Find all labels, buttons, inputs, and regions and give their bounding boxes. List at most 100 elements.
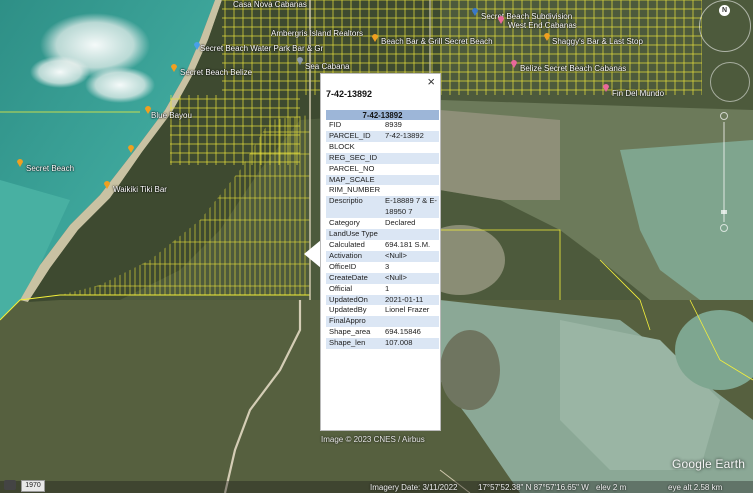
- attribute-value: 3: [385, 261, 390, 271]
- attribute-key: Official: [329, 283, 353, 293]
- map-label[interactable]: Sea Cabana: [305, 62, 349, 71]
- orange-pin-icon[interactable]: [144, 104, 152, 114]
- attribute-key: Shape_area: [329, 327, 371, 337]
- attribute-key: Category: [329, 218, 360, 228]
- attribute-row: Shape_area 694.15846: [326, 327, 439, 338]
- attribute-row: OfficeID 3: [326, 262, 439, 273]
- attribute-row: PARCEL_ID 7-42-13892: [326, 130, 439, 142]
- attribute-row: UpdatedOn 2021-01-11: [326, 294, 439, 306]
- gray-pin-icon[interactable]: [296, 55, 304, 65]
- attribute-key: CreateDate: [326, 272, 381, 284]
- map-label[interactable]: Belize Secret Beach Cabanas: [520, 64, 626, 73]
- attribute-key: BLOCK: [329, 141, 355, 151]
- orange-pin-icon[interactable]: [16, 157, 24, 167]
- year-badge[interactable]: 1970: [21, 480, 45, 492]
- imagery-date: Imagery Date: 3/11/2022: [370, 483, 458, 492]
- orange-pin-icon[interactable]: [371, 32, 379, 42]
- attribute-table-header: 7-42-13892: [326, 110, 439, 120]
- attribute-row: BLOCK: [326, 142, 439, 153]
- attribute-key: Descriptio: [326, 196, 381, 219]
- elevation-readout: elev 2 m: [596, 483, 627, 492]
- attribute-key: Shape_len: [326, 338, 381, 350]
- attribute-value: Declared: [385, 218, 416, 228]
- attribute-value: [381, 174, 439, 186]
- imagery-credit: Image © 2023 CNES / Airbus: [321, 435, 425, 444]
- attribute-row: Calculated 694.181 S.M.: [326, 240, 439, 251]
- attribute-key: OfficeID: [329, 261, 357, 271]
- map-label[interactable]: Secret Beach: [26, 164, 74, 173]
- attribute-row: PARCEL_NO: [326, 164, 439, 175]
- attribute-row: Official 1: [326, 284, 439, 295]
- map-label[interactable]: Blue Bayou: [151, 111, 192, 120]
- pink-pin-icon[interactable]: [510, 58, 518, 68]
- map-label[interactable]: Shaggy's Bar & Last Stop: [552, 37, 643, 46]
- map-label[interactable]: Fin Del Mundo: [612, 89, 664, 98]
- attribute-value: [381, 229, 439, 240]
- move-joystick[interactable]: [710, 62, 750, 102]
- pink-pin-icon[interactable]: [602, 82, 610, 92]
- attribute-key: LandUse Type: [326, 229, 381, 240]
- attribute-value: 694.181 S.M.: [385, 239, 431, 249]
- attribute-row: Category Declared: [326, 218, 439, 229]
- attribute-value: E-18889 7 & E-18950 7: [381, 196, 439, 219]
- map-label[interactable]: Secret Beach Subdivision: [481, 12, 572, 21]
- attribute-key: REG_SEC_ID: [326, 152, 381, 164]
- popup-pointer: [304, 240, 321, 268]
- attribute-value: 8939: [385, 120, 402, 129]
- parcel-info-balloon: × 7-42-13892 7-42-13892 FID 8939 PARCEL_ID…: [320, 73, 441, 431]
- attribute-row: CreateDate <Null>: [326, 272, 439, 284]
- attribute-value: 107.008: [381, 338, 439, 350]
- attribute-value: [381, 152, 439, 164]
- attribute-row: UpdatedBy Lionel Frazer: [326, 305, 439, 316]
- attribute-value: [381, 164, 439, 175]
- attribute-value: [381, 316, 439, 328]
- orange-pin-icon[interactable]: [170, 62, 178, 72]
- attribute-key: PARCEL_ID: [326, 130, 381, 142]
- attribute-row: Activation <Null>: [326, 250, 439, 262]
- eye-altitude-readout: eye alt 2.58 km: [668, 483, 723, 492]
- compass-north-button[interactable]: N: [719, 5, 730, 16]
- attribute-value: 7-42-13892: [381, 130, 439, 142]
- attribute-key: MAP_SCALE: [326, 174, 381, 186]
- attribute-key: FID: [329, 120, 342, 129]
- attribute-key: RIM_NUMBER: [329, 185, 381, 195]
- map-label[interactable]: Secret Beach Belize: [180, 68, 252, 77]
- attribute-row: MAP_SCALE: [326, 174, 439, 186]
- map-label[interactable]: Ambergris Island Realtors: [271, 29, 363, 38]
- attribute-key: FinalAppro: [326, 316, 381, 328]
- attribute-row: FinalAppro: [326, 316, 439, 328]
- pink-pin-icon[interactable]: [497, 14, 505, 24]
- attribute-row: FID 8939: [326, 120, 439, 131]
- attribute-value: 1: [385, 283, 390, 293]
- attribute-row: Descriptio E-18889 7 & E-18950 7: [326, 196, 439, 219]
- map-label[interactable]: Waikiki Tiki Bar: [113, 185, 167, 194]
- orange-pin-icon[interactable]: [127, 143, 135, 153]
- attribute-row: REG_SEC_ID: [326, 152, 439, 164]
- attribute-value: [381, 185, 439, 196]
- attribute-value: 2021-01-11: [381, 294, 439, 306]
- attribute-key: PARCEL_NO: [329, 163, 375, 173]
- attribute-key: Calculated: [329, 239, 365, 249]
- attribute-value: <Null>: [381, 250, 439, 262]
- orange-pin-icon[interactable]: [543, 31, 551, 41]
- attribute-key: UpdatedBy: [329, 305, 367, 315]
- attribute-row: Shape_len 107.008: [326, 338, 439, 350]
- map-label[interactable]: Casa Nova Cabanas: [233, 0, 307, 9]
- attribute-key: Activation: [326, 250, 381, 262]
- blue-pin-icon[interactable]: [471, 6, 479, 16]
- attribute-table: 7-42-13892 FID 8939 PARCEL_ID 7-42-13892 BLO…: [326, 110, 439, 350]
- orange-pin-icon[interactable]: [103, 179, 111, 189]
- close-icon[interactable]: ×: [427, 75, 435, 89]
- attribute-value: [381, 142, 439, 153]
- map-label[interactable]: West End Cabanas: [508, 21, 577, 30]
- attribute-key: UpdatedOn: [326, 294, 381, 306]
- blue-pin-icon[interactable]: [193, 40, 201, 50]
- map-label[interactable]: Secret Beach Water Park Bar & Gr: [200, 44, 323, 53]
- zoom-slider[interactable]: [719, 112, 729, 232]
- google-earth-logo: Google Earth: [672, 457, 746, 471]
- attribute-value: <Null>: [381, 272, 439, 284]
- attribute-row: LandUse Type: [326, 229, 439, 240]
- popup-title: 7-42-13892: [326, 89, 373, 99]
- historical-imagery-clock-icon[interactable]: [4, 480, 16, 490]
- map-label[interactable]: Beach Bar & Grill Secret Beach: [381, 37, 493, 46]
